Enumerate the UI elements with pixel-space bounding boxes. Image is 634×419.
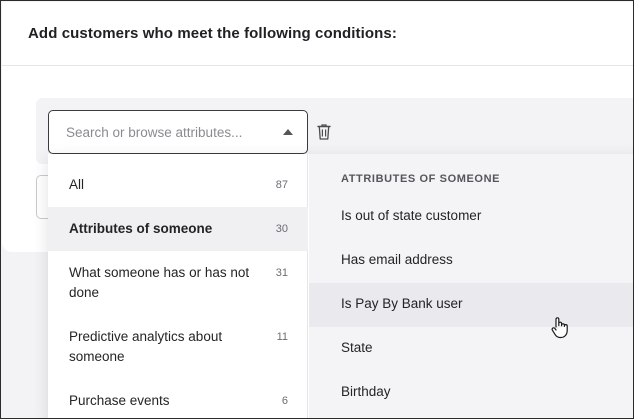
category-label: Purchase events (69, 393, 170, 408)
attribute-search-input[interactable]: Search or browse attributes... (48, 110, 308, 154)
attribute-list: ATTRIBUTES OF SOMEONE Is out of state cu… (309, 154, 633, 418)
caret-up-icon[interactable] (283, 129, 293, 135)
attribute-label: State (341, 340, 373, 355)
attribute-label: Is Pay By Bank user (341, 296, 463, 311)
trash-icon[interactable] (316, 122, 332, 142)
attribute-item[interactable]: Is out of state customer (309, 195, 633, 239)
attribute-label: Is out of state customer (341, 208, 482, 223)
category-count: 30 (275, 223, 288, 235)
attribute-item[interactable]: State (309, 327, 633, 371)
category-label: Attributes of someone (69, 221, 213, 236)
category-item-predictive-analytics[interactable]: Predictive analytics about someone 11 (48, 315, 308, 379)
attribute-item[interactable]: Birthday (309, 371, 633, 415)
attribute-label: Birthday (341, 384, 391, 399)
category-item-all[interactable]: All 87 (48, 163, 308, 207)
category-count: 87 (275, 179, 288, 191)
hand-pointer-icon (551, 317, 568, 339)
attribute-label: Has email address (341, 252, 453, 267)
category-item-attributes-of-someone[interactable]: Attributes of someone 30 (48, 207, 308, 251)
card-header: Add customers who meet the following con… (2, 2, 633, 66)
page-title: Add customers who meet the following con… (28, 25, 397, 42)
category-count: 31 (275, 267, 288, 279)
search-placeholder: Search or browse attributes... (66, 125, 243, 140)
category-label: What someone has or has not done (69, 265, 250, 300)
attribute-dropdown: All 87 Attributes of someone 30 What som… (48, 154, 633, 418)
attribute-group-heading: ATTRIBUTES OF SOMEONE (341, 173, 501, 185)
category-label: Predictive analytics about someone (69, 329, 223, 364)
category-item-what-someone-has-done[interactable]: What someone has or has not done 31 (48, 251, 308, 315)
category-count: 11 (276, 331, 288, 343)
attribute-item[interactable]: Has email address (309, 239, 633, 283)
category-label: All (69, 177, 85, 192)
category-count: 6 (281, 395, 288, 407)
category-item-purchase-events[interactable]: Purchase events 6 (48, 379, 308, 418)
app-frame: Add customers who meet the following con… (0, 0, 634, 419)
category-list: All 87 Attributes of someone 30 What som… (48, 154, 308, 418)
attribute-item-hovered[interactable]: Is Pay By Bank user (309, 283, 633, 327)
